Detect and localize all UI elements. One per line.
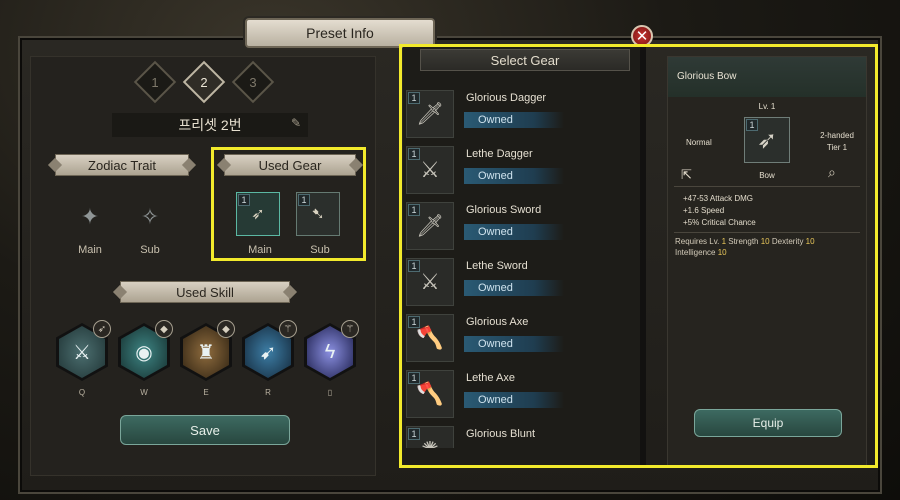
gear-handed: 2-handed (820, 131, 854, 140)
gear-name: Glorious Sword (466, 204, 542, 216)
owned-badge: Owned (464, 224, 564, 240)
edit-pencil-icon[interactable]: ✎ (291, 116, 301, 130)
magnifier-icon[interactable]: ⌕ (828, 164, 836, 181)
owned-badge: Owned (464, 392, 564, 408)
zodiac-sub-icon[interactable]: ✧ (126, 193, 174, 241)
zodiac-main-icon[interactable]: ✦ (66, 193, 114, 241)
gear-tier-text: Tier 1 (826, 143, 848, 152)
gear-name: Glorious Dagger (466, 92, 547, 104)
gear-name: Glorious Axe (466, 316, 529, 328)
skill-key-r: R (265, 388, 271, 397)
gear-name: Lethe Sword (466, 260, 528, 272)
used-gear-title: Used Gear (224, 154, 356, 176)
gear-name: Glorious Blunt (466, 428, 536, 440)
bow-icon: ➶ (251, 206, 265, 223)
stat-line: +1.6 Speed (683, 206, 725, 215)
zodiac-main-label: Main (78, 244, 102, 256)
gear-detail-name: Glorious Bow (677, 71, 737, 82)
tier-badge: 1 (238, 194, 250, 206)
bow-icon: ➶ (756, 126, 778, 154)
gear-list-item[interactable]: 1 🗡 Glorious Dagger Owned (406, 90, 638, 142)
used-gear-sub-label: Sub (310, 244, 330, 256)
weapon-type-badge-icon: ⚚ (341, 320, 359, 338)
hand-axe-icon: 1 🪓 (406, 370, 454, 418)
gear-name: Lethe Dagger (466, 148, 533, 160)
used-gear-sub-slot[interactable]: 1 ➷ (296, 192, 340, 236)
gear-name: Lethe Axe (466, 372, 515, 384)
bow-type-badge-icon: ➶ (93, 320, 111, 338)
skill-key-q: Q (78, 388, 86, 397)
detail-divider (674, 232, 860, 233)
gear-list-item[interactable]: 1 🪓 Lethe Axe Owned (406, 370, 638, 422)
gear-list-item[interactable]: 1 ⚔ Lethe Dagger Owned (406, 146, 638, 198)
skill-key-5: ▯ (327, 388, 333, 397)
gear-detail-slot: 1 ➶ (744, 117, 790, 163)
gear-list-scrollbar[interactable] (640, 46, 646, 466)
dagger-icon: 1 🗡 (406, 90, 454, 138)
gear-list-item[interactable]: 1 🗡 Glorious Sword Owned (406, 202, 638, 254)
equip-button[interactable]: Equip (694, 409, 842, 437)
curved-dagger-icon: 1 ⚔ (406, 146, 454, 194)
broadsword-icon: 1 ⚔ (406, 258, 454, 306)
element-type-badge-icon: ◆ (217, 320, 235, 338)
mace-icon: 1✺ (406, 426, 454, 448)
gear-type: Bow (759, 171, 775, 180)
window-title: Preset Info (245, 18, 435, 48)
preset-name: 프리셋 2번 (112, 113, 308, 137)
gear-list-item[interactable]: 1 ⚔ Lethe Sword Owned (406, 258, 638, 310)
gear-grade: Normal (686, 138, 712, 147)
stat-line: +5% Critical Chance (683, 218, 756, 227)
tier-badge: 1 (298, 194, 310, 206)
share-icon[interactable]: ⇱ (681, 167, 692, 183)
owned-badge: Owned (464, 112, 564, 128)
gear-list-item[interactable]: 1✺ Glorious Blunt (406, 426, 638, 448)
save-button[interactable]: Save (120, 415, 290, 445)
used-skill-title: Used Skill (120, 281, 290, 303)
skill-key-w: W (140, 388, 148, 397)
owned-badge: Owned (464, 336, 564, 352)
weapon-type-badge-icon: ⚚ (279, 320, 297, 338)
used-gear-main-slot[interactable]: 1 ➶ (236, 192, 280, 236)
requirements-line-1: Requires Lv. 1 Strength 10 Dexterity 10 (675, 237, 815, 246)
axe-icon: 1 🪓 (406, 314, 454, 362)
close-icon[interactable]: ✕ (631, 25, 653, 47)
zodiac-sub-label: Sub (140, 244, 160, 256)
zodiac-trait-title: Zodiac Trait (55, 154, 189, 176)
gear-list-item[interactable]: 1 🪓 Glorious Axe Owned (406, 314, 638, 366)
skill-key-e: E (203, 388, 209, 397)
requirements-line-2: Intelligence 10 (675, 248, 727, 257)
element-type-badge-icon: ◆ (155, 320, 173, 338)
stat-line: +47-53 Attack DMG (683, 194, 754, 203)
used-gear-main-label: Main (248, 244, 272, 256)
quiver-icon: ➷ (311, 206, 325, 223)
owned-badge: Owned (464, 168, 564, 184)
detail-divider (674, 186, 860, 187)
sword-icon: 1 🗡 (406, 202, 454, 250)
owned-badge: Owned (464, 280, 564, 296)
select-gear-title: Select Gear (420, 49, 630, 71)
gear-level: Lv. 1 (758, 102, 776, 111)
